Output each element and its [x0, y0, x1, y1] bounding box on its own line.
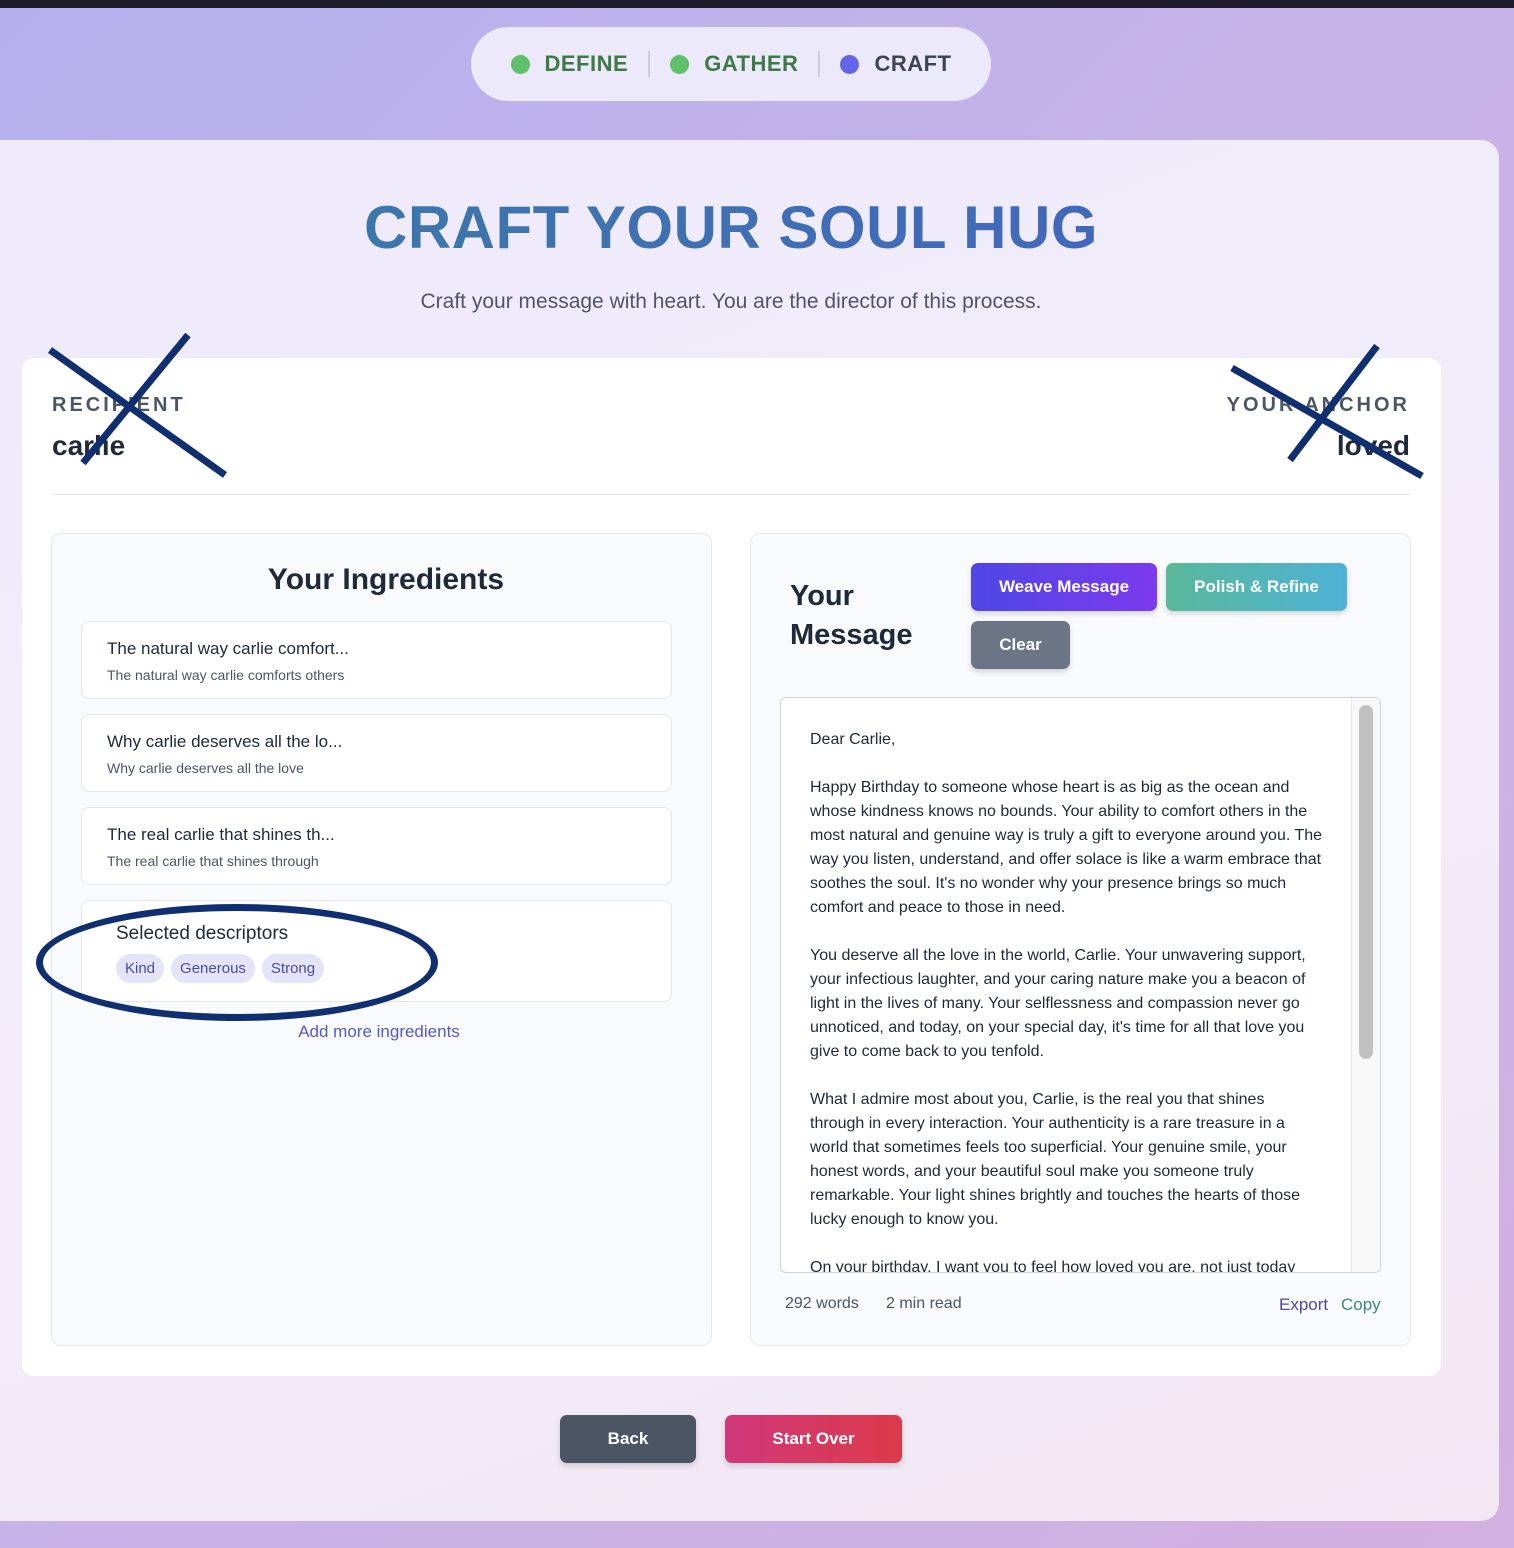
clear-button[interactable]: Clear — [971, 621, 1070, 669]
anchor-value: loved — [1336, 430, 1410, 461]
step-label: CRAFT — [874, 51, 952, 76]
page-title: CRAFT YOUR SOUL HUG — [0, 193, 1462, 262]
message-paragraph: What I admire most about you, Carlie, is… — [810, 1091, 1301, 1228]
step-active-dot-icon — [840, 54, 860, 74]
progress-stepper: DEFINE GATHER CRAFT — [471, 27, 991, 101]
descriptors-card — [81, 900, 672, 1002]
ingredient-heading: The natural way carlie comfort... — [107, 639, 349, 658]
ingredients-title: Your Ingredients — [267, 563, 505, 596]
descriptor-chips: Kind Generous Strong — [116, 954, 325, 983]
add-more-ingredients-link[interactable]: Add more ingredients — [51, 1022, 707, 1042]
ingredient-heading: Why carlie deserves all the lo... — [107, 732, 343, 751]
descriptor-chip[interactable]: Generous — [171, 954, 255, 983]
message-text: Dear Carlie, Happy Birthday to someone w… — [810, 728, 1323, 1273]
window-top-strip — [0, 0, 1514, 8]
polish-refine-button[interactable]: Polish & Refine — [1166, 563, 1347, 611]
ingredient-heading: The real carlie that shines th... — [107, 825, 335, 844]
message-paragraph: Happy Birthday to someone whose heart is… — [810, 779, 1323, 916]
message-paragraph: On your birthday, I want you to feel how… — [810, 1259, 1296, 1273]
message-paragraph: You deserve all the love in the world, C… — [810, 947, 1306, 1060]
section-divider — [51, 494, 1411, 495]
back-button[interactable]: Back — [560, 1415, 696, 1463]
step-craft[interactable]: CRAFT — [820, 51, 971, 77]
step-label: DEFINE — [544, 51, 629, 76]
message-textarea[interactable]: Dear Carlie, Happy Birthday to someone w… — [780, 697, 1381, 1273]
ingredient-card[interactable]: The natural way carlie comfort... The na… — [81, 621, 672, 699]
weave-message-button[interactable]: Weave Message — [971, 563, 1157, 611]
ingredient-detail: Why carlie deserves all the love — [107, 760, 304, 776]
step-define[interactable]: DEFINE — [491, 51, 649, 77]
ingredient-detail: The natural way carlie comforts others — [107, 667, 345, 683]
message-paragraph: Dear Carlie, — [810, 731, 896, 748]
step-label: GATHER — [704, 51, 799, 76]
read-time: 2 min read — [886, 1295, 962, 1312]
message-title: Your Message — [790, 580, 913, 651]
descriptors-title: Selected descriptors — [116, 923, 289, 944]
recipient-label: RECIPIENT — [52, 394, 186, 416]
scrollbar-thumb[interactable] — [1359, 705, 1373, 1059]
ingredient-card[interactable]: Why carlie deserves all the lo... Why ca… — [81, 714, 672, 792]
ingredient-detail: The real carlie that shines through — [107, 853, 319, 869]
recipient-value: carlie — [52, 430, 126, 461]
page-subtitle: Craft your message with heart. You are t… — [420, 290, 1042, 313]
export-link[interactable]: Export — [1279, 1295, 1328, 1315]
anchor-label: YOUR ANCHOR — [1226, 394, 1410, 416]
start-over-button[interactable]: Start Over — [725, 1415, 902, 1463]
ingredient-card[interactable]: The real carlie that shines th... The re… — [81, 807, 672, 885]
word-count: 292 words — [785, 1295, 859, 1312]
descriptor-chip[interactable]: Kind — [116, 954, 165, 983]
step-complete-dot-icon — [510, 54, 530, 74]
step-gather[interactable]: GATHER — [650, 51, 818, 77]
step-complete-dot-icon — [670, 54, 690, 74]
copy-link[interactable]: Copy — [1341, 1295, 1381, 1315]
descriptor-chip[interactable]: Strong — [261, 954, 325, 983]
